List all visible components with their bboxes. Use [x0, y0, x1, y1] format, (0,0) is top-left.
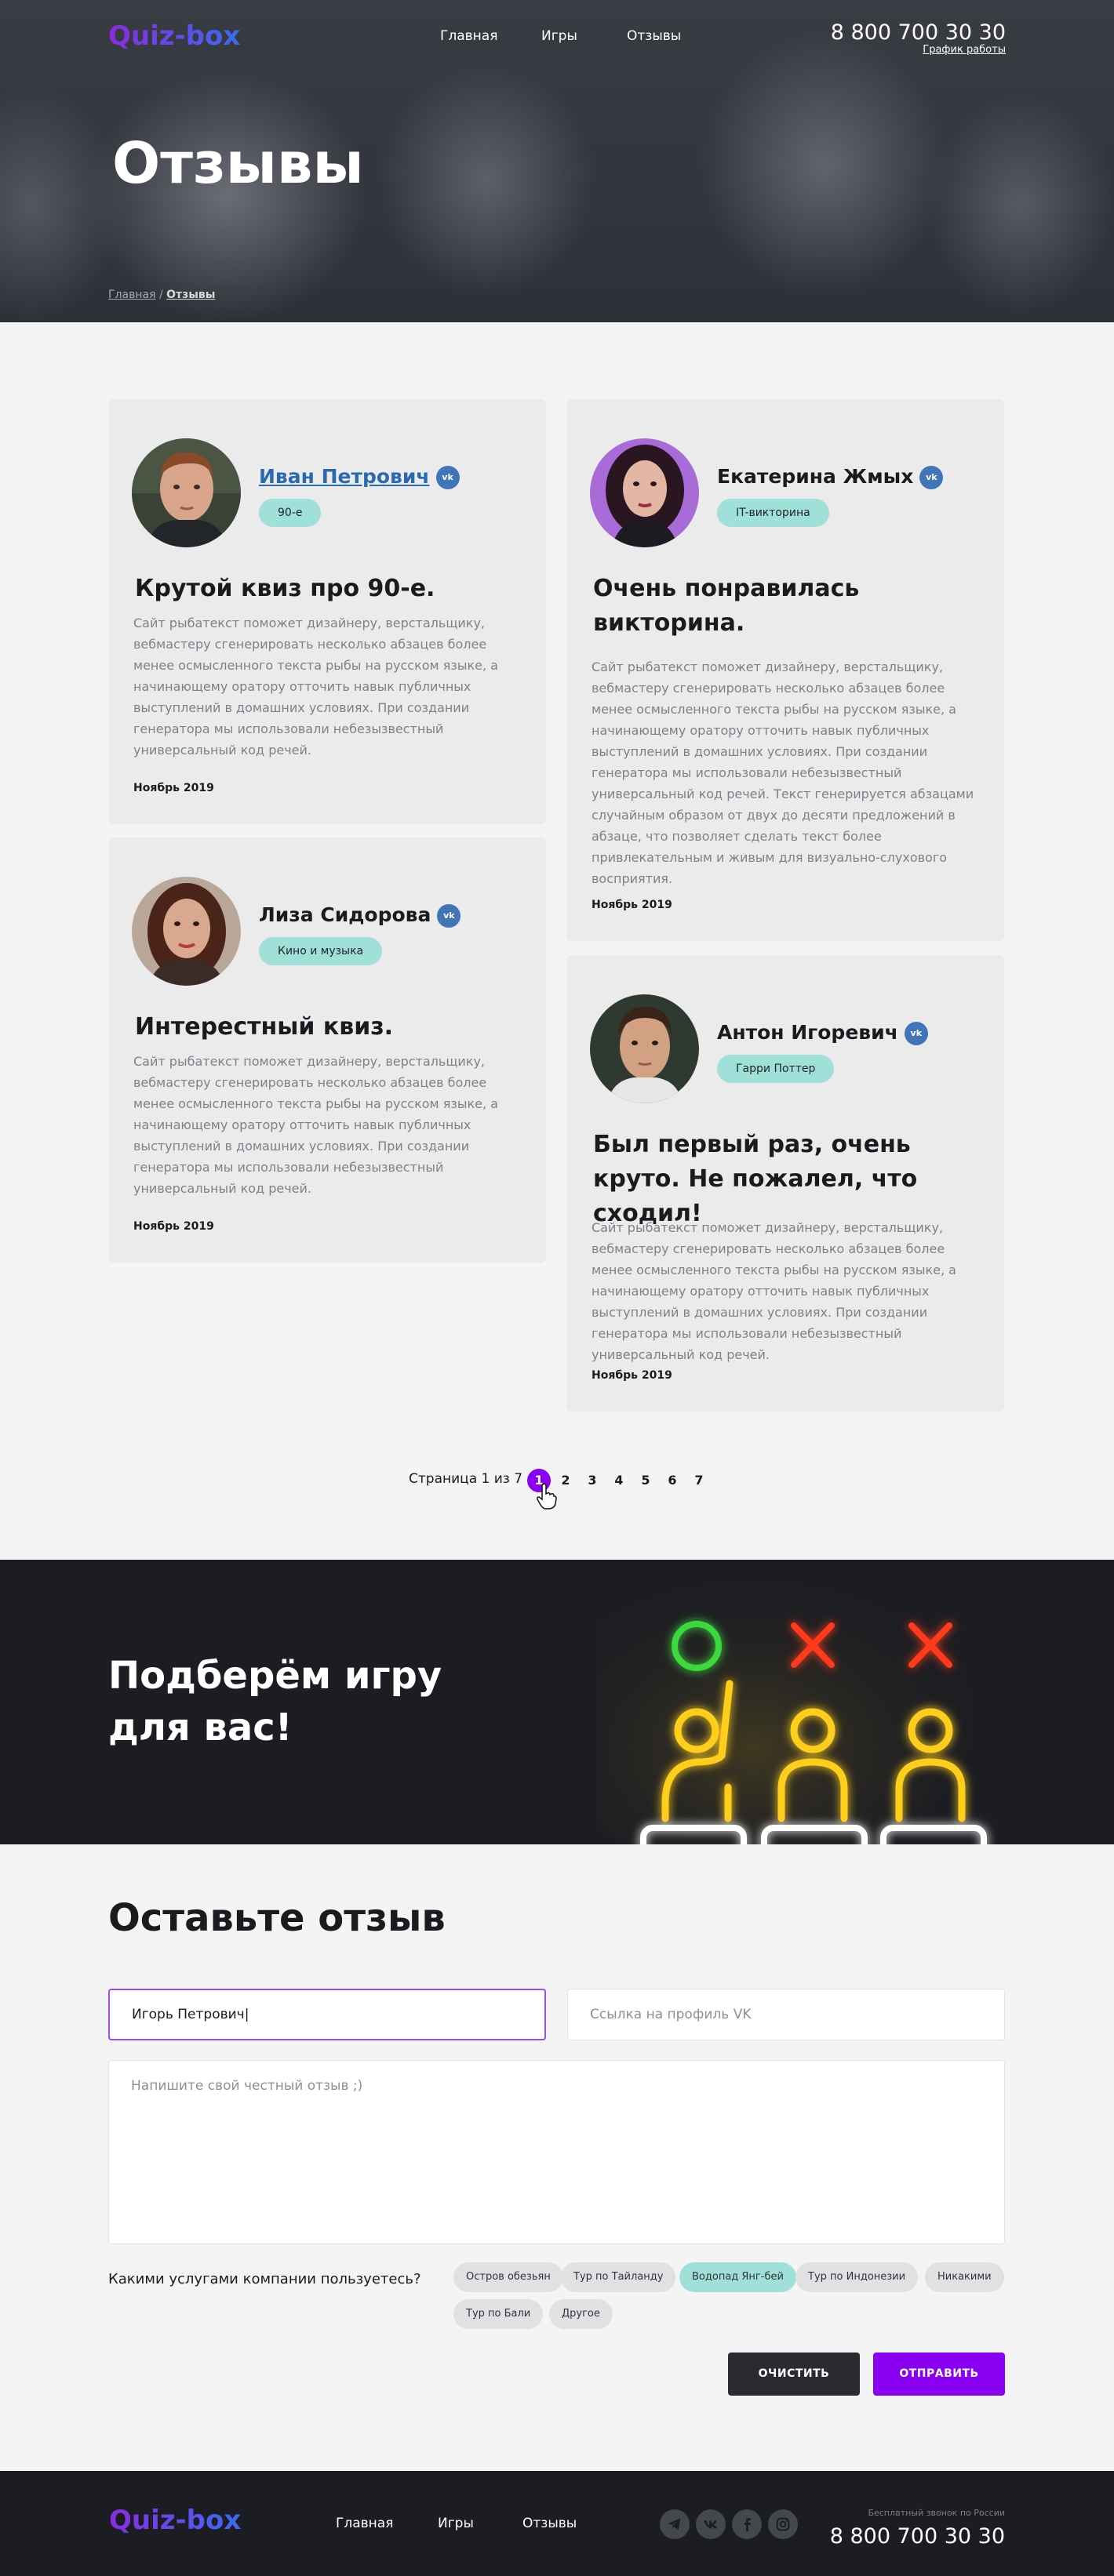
services-label: Какими услугами компании пользуетесь?	[108, 2271, 421, 2287]
reviewer-name: Антон Игоревич vk	[717, 1021, 928, 1045]
banner-title: Подберём игру для вас!	[108, 1650, 442, 1753]
free-call-label: Бесплатный звонок по России	[868, 2508, 1005, 2518]
page-7[interactable]: 7	[687, 1469, 711, 1492]
review-title: Крутой квиз про 90-е.	[135, 575, 435, 602]
page-6[interactable]: 6	[661, 1469, 684, 1492]
review-card: Антон Игоревич vk Гарри Поттер Был первый…	[566, 955, 1004, 1412]
chip-service[interactable]: Тур по Индонезии	[795, 2262, 919, 2292]
review-date: Ноябрь 2019	[592, 1369, 672, 1382]
reviewer-name[interactable]: Иван Петрович vk	[259, 465, 460, 489]
pagination-label: Страница 1 из 7	[409, 1471, 523, 1487]
reviewer-name-text: Лиза Сидорова	[259, 903, 431, 926]
page-2[interactable]: 2	[554, 1469, 577, 1492]
chip-service[interactable]: Тур по Тайланду	[561, 2262, 676, 2292]
avatar	[590, 438, 699, 547]
review-title: Интерестный квиз.	[135, 1013, 394, 1041]
clear-button[interactable]: ОЧИСТИТЬ	[728, 2353, 860, 2396]
footer-nav-reviews[interactable]: Отзывы	[522, 2516, 577, 2531]
topic-tag: 90-е	[259, 499, 322, 527]
chip-service[interactable]: Другое	[549, 2299, 613, 2329]
breadcrumb-current: Отзывы	[166, 289, 216, 301]
footer-logo[interactable]: Quiz-box	[109, 2505, 241, 2536]
chip-service[interactable]: Никакими	[925, 2262, 1004, 2292]
vk-icon[interactable]: vk	[904, 1022, 928, 1045]
chip-service[interactable]: Тур по Бали	[453, 2299, 544, 2329]
page-title: Отзывы	[112, 130, 364, 196]
banner-title-line2: для вас!	[108, 1706, 293, 1749]
vk-icon[interactable]: vk	[919, 466, 944, 489]
topic-tag: Кино и музыка	[259, 937, 383, 965]
review-text: Сайт рыбатекст поможет дизайнеру, верста…	[133, 1054, 498, 1196]
game-picker-banner: Подберём игру для вас!	[0, 1560, 1114, 1844]
page-4[interactable]: 4	[607, 1469, 631, 1492]
review-date: Ноябрь 2019	[133, 1220, 214, 1233]
breadcrumb-separator: /	[158, 289, 163, 301]
topic-tag: IT-викторина	[717, 499, 829, 527]
avatar	[132, 438, 241, 547]
reviewer-name-text[interactable]: Иван Петрович	[259, 465, 430, 488]
vk-icon[interactable]: vk	[435, 466, 460, 489]
hand-cursor-icon	[537, 1483, 557, 1510]
review-text: Сайт рыбатекст поможет дизайнеру, верста…	[133, 616, 498, 758]
reviewer-name-text: Антон Игоревич	[717, 1021, 898, 1044]
telegram-icon[interactable]	[660, 2509, 690, 2539]
reviewer-name: Лиза Сидорова vk	[259, 903, 461, 928]
footer-nav-games[interactable]: Игры	[438, 2516, 474, 2531]
vk-profile-input[interactable]	[567, 1989, 1005, 2040]
header-phone[interactable]: 8 800 700 30 30	[831, 20, 1006, 45]
topic-tag: Гарри Поттер	[717, 1055, 835, 1083]
nav-item-games[interactable]: Игры	[541, 28, 577, 44]
banner-title-line1: Подберём игру	[108, 1654, 442, 1698]
name-input[interactable]	[108, 1989, 546, 2040]
review-text: Сайт рыбатекст поможет дизайнеру, верста…	[592, 1220, 956, 1362]
nav-item-home[interactable]: Главная	[440, 28, 497, 44]
reviewer-name-text: Екатерина Жмых	[717, 465, 914, 488]
review-text: Сайт рыбатекст поможет дизайнеру, верста…	[592, 659, 974, 886]
review-date: Ноябрь 2019	[133, 782, 214, 794]
reviewer-name: Екатерина Жмых vk	[717, 465, 944, 489]
page-5[interactable]: 5	[634, 1469, 657, 1492]
footer-phone[interactable]: 8 800 700 30 30	[830, 2524, 1005, 2549]
review-textarea[interactable]	[108, 2060, 1005, 2244]
breadcrumb: Главная / Отзывы	[108, 289, 215, 301]
review-card: Екатерина Жмых vk IT-викторина Очень понр…	[566, 399, 1004, 941]
review-card: Лиза Сидорова vk Кино и музыка Интерестны…	[108, 837, 546, 1263]
avatar	[590, 994, 699, 1103]
chip-service[interactable]: Остров обезьян	[453, 2262, 563, 2292]
footer: Quiz-box Главная Игры Отзывы Бесплатный …	[0, 2471, 1114, 2576]
footer-nav-home[interactable]: Главная	[336, 2516, 393, 2531]
review-title: Очень понравилась викторина.	[593, 575, 860, 637]
hero-section: Quiz-box Главная Игры Отзывы 8 800 700 3…	[0, 0, 1114, 322]
review-card: Иван Петрович vk 90-е Крутой квиз про 90-…	[108, 399, 546, 824]
review-title: Был первый раз, очень круто. Не пожалел,…	[593, 1131, 918, 1227]
breadcrumb-home[interactable]: Главная	[108, 289, 155, 301]
form-title: Оставьте отзыв	[108, 1896, 446, 1940]
avatar	[132, 877, 241, 986]
chip-service-selected[interactable]: Водопад Янг-бей	[679, 2262, 796, 2292]
logo[interactable]: Quiz-box	[108, 20, 240, 52]
review-date: Ноябрь 2019	[592, 899, 672, 911]
schedule-link[interactable]: График работы	[923, 44, 1006, 56]
send-button[interactable]: ОТПРАВИТЬ	[873, 2353, 1005, 2396]
nav-item-reviews[interactable]: Отзывы	[627, 28, 681, 44]
facebook-icon[interactable]	[732, 2509, 762, 2539]
neon-voting-illustration	[596, 1560, 987, 1844]
vk-icon[interactable]: vk	[437, 904, 461, 928]
instagram-icon[interactable]	[768, 2509, 798, 2539]
vk-icon[interactable]	[696, 2509, 726, 2539]
page-3[interactable]: 3	[581, 1469, 604, 1492]
